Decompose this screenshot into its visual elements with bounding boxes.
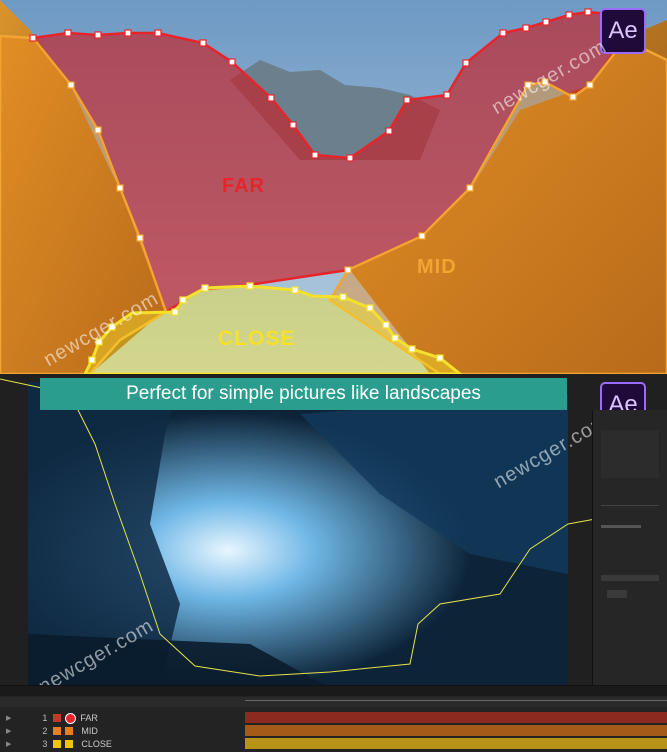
panel-field[interactable] <box>601 525 641 528</box>
label-color-swatch[interactable] <box>53 740 62 748</box>
caption-banner: Perfect for simple pictures like landsca… <box>40 378 567 410</box>
panel-button[interactable] <box>607 590 627 598</box>
canyon-preview: FAR MID CLOSE Ae newcger.com newcger.com <box>0 0 667 374</box>
layer-bar-far[interactable] <box>245 712 667 723</box>
mask-icon <box>65 712 77 724</box>
layer-bar-mid[interactable] <box>245 725 667 736</box>
layer-name[interactable]: FAR <box>80 713 98 723</box>
close-label: CLOSE <box>218 327 296 350</box>
label-color-swatch[interactable] <box>53 727 62 735</box>
panel-dropdown[interactable] <box>601 575 659 581</box>
layer-number: 1 <box>42 713 48 723</box>
layer-name[interactable]: MID <box>81 726 98 736</box>
align-controls[interactable] <box>601 430 659 478</box>
time-ruler[interactable] <box>245 697 667 707</box>
layer-thumb-icon <box>65 740 74 748</box>
properties-panel <box>592 410 667 690</box>
timeline-tabs[interactable] <box>0 686 667 696</box>
mid-label: MID <box>417 256 457 278</box>
expand-arrow-icon[interactable]: ▶ <box>6 740 11 748</box>
after-effects-logo: Ae <box>600 8 646 54</box>
layer-thumb-icon <box>65 727 74 735</box>
far-label: FAR <box>222 175 265 197</box>
panel-divider <box>601 505 659 506</box>
layer-number: 2 <box>42 726 48 736</box>
label-color-swatch[interactable] <box>53 714 62 722</box>
layer-number: 3 <box>42 739 48 749</box>
layer-header <box>0 697 245 707</box>
layer-bar-close[interactable] <box>245 738 667 749</box>
layer-row[interactable]: ▶ 3 CLOSE <box>0 738 245 750</box>
layer-name[interactable]: CLOSE <box>81 739 112 749</box>
expand-arrow-icon[interactable]: ▶ <box>6 714 11 722</box>
ruler-line <box>245 700 667 701</box>
layer-row[interactable]: ▶ 2 MID <box>0 725 245 737</box>
expand-arrow-icon[interactable]: ▶ <box>6 727 11 735</box>
timeline-panel: ▶ 1 FAR ▶ 2 MID ▶ 3 CLOSE <box>0 685 667 752</box>
layer-row[interactable]: ▶ 1 FAR <box>0 712 245 724</box>
